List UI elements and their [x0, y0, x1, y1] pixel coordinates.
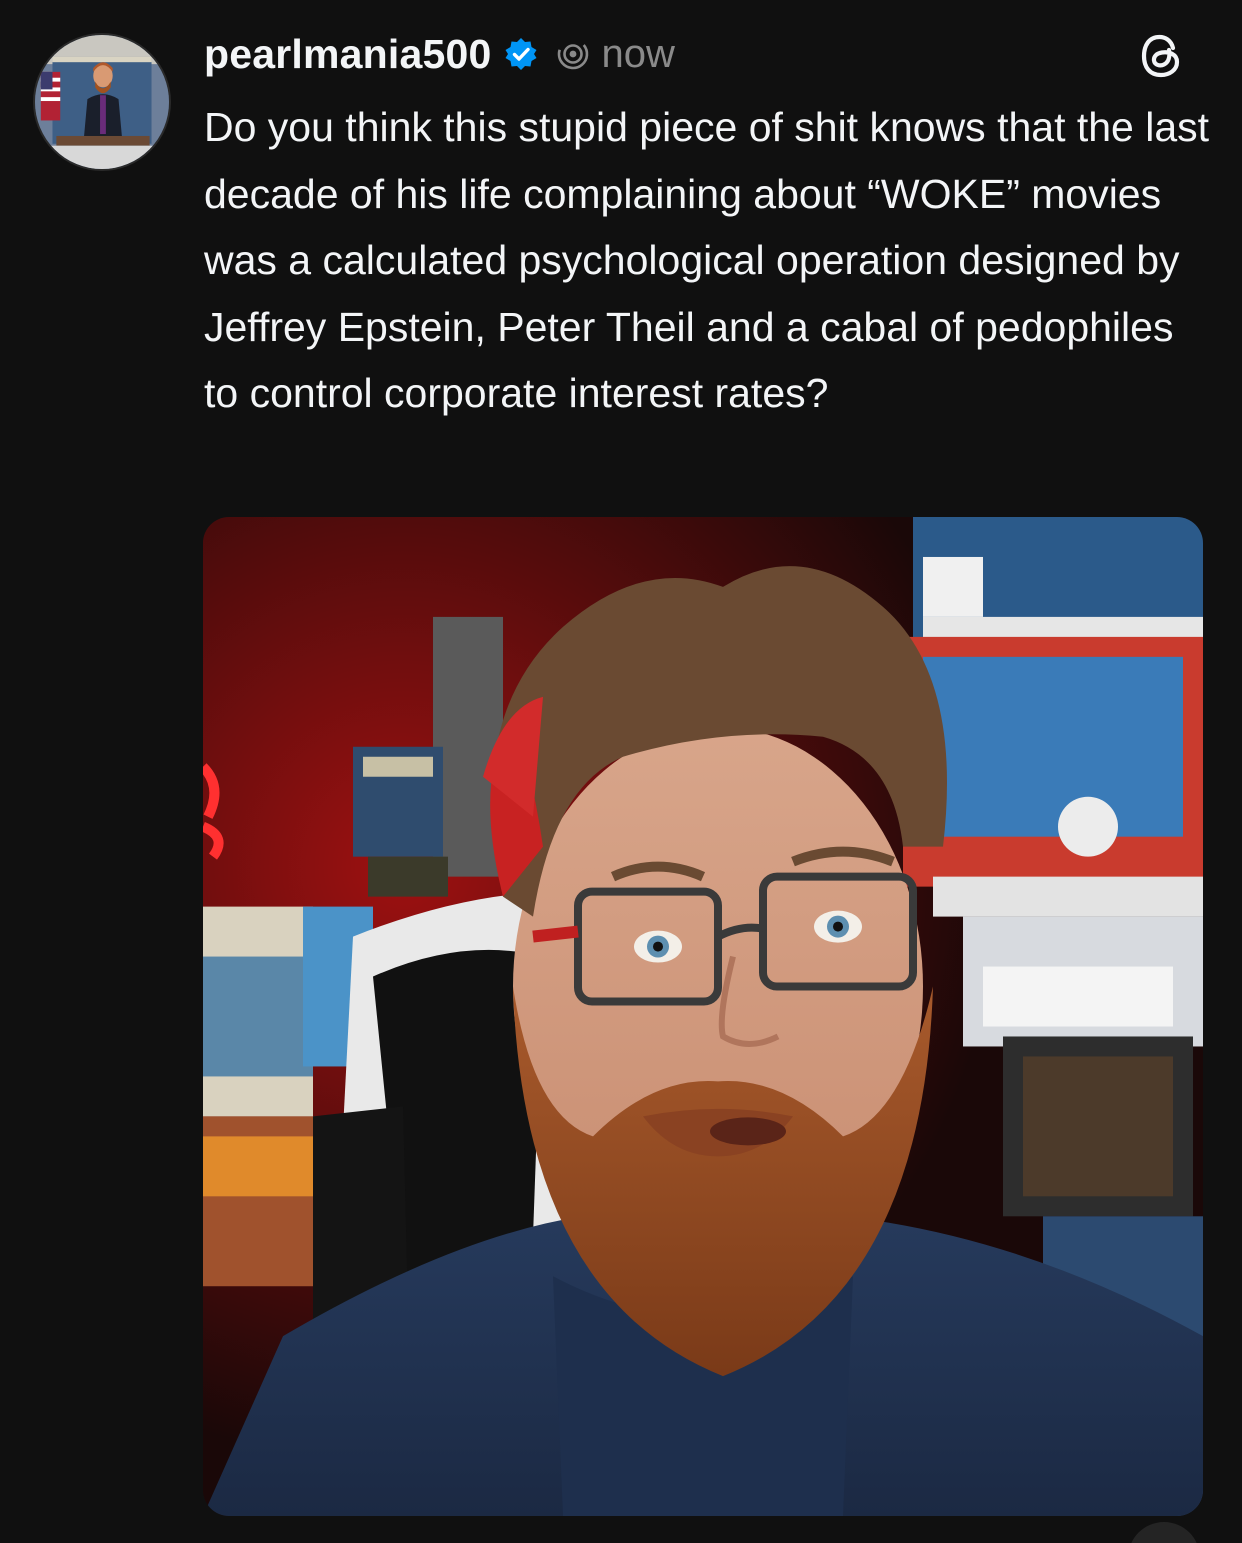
- post-media-photo[interactable]: [203, 517, 1203, 1516]
- post-header: pearlmania500 now: [204, 28, 675, 80]
- username[interactable]: pearlmania500: [204, 31, 492, 78]
- avatar-image: [35, 35, 169, 169]
- photo-image: [203, 517, 1203, 1516]
- next-post-avatar-peek: [1128, 1522, 1200, 1543]
- threads-glyph-icon: [557, 38, 588, 70]
- post-body-text: Do you think this stupid piece of shit k…: [204, 104, 1210, 416]
- thread-post: pearlmania500 now Do you think this stup…: [0, 0, 1242, 1543]
- verified-badge-icon: [505, 38, 536, 70]
- avatar[interactable]: [33, 33, 171, 171]
- threads-logo-icon[interactable]: [1136, 30, 1188, 82]
- post-timestamp: now: [601, 31, 675, 76]
